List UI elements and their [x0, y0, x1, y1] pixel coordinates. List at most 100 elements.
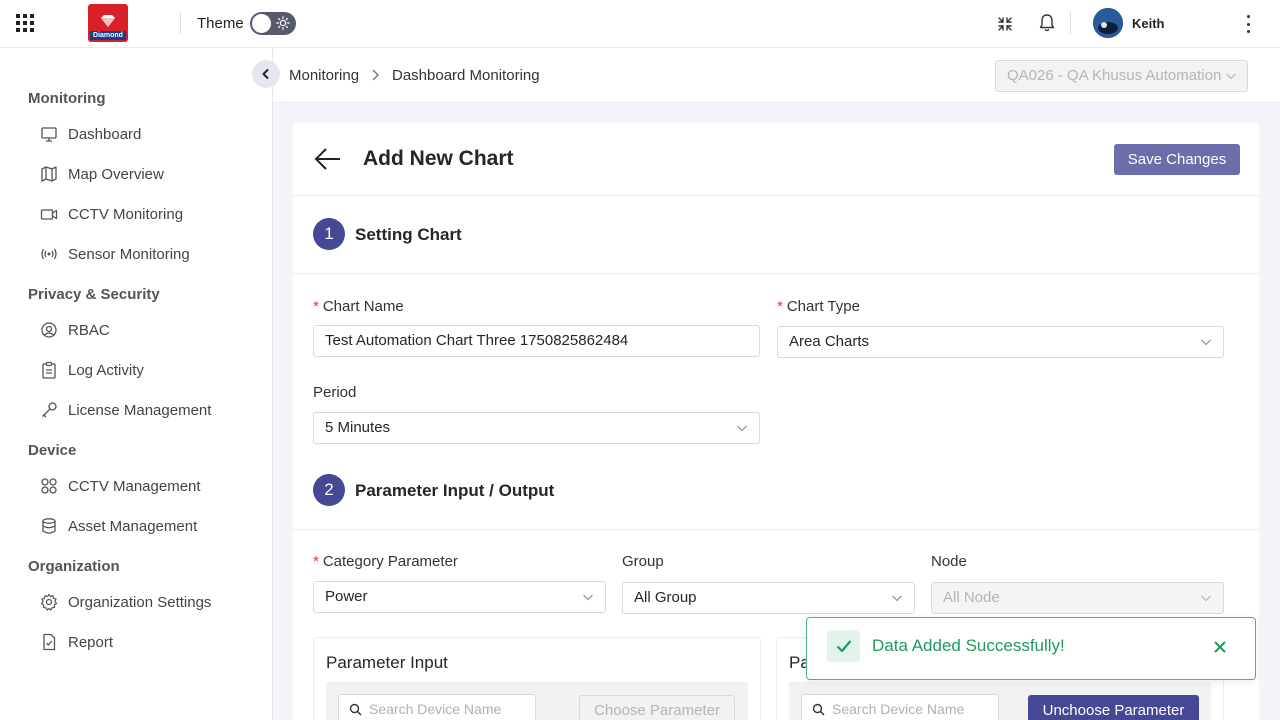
chart-type-label: * Chart Type	[777, 298, 860, 315]
monitor-icon	[41, 127, 57, 142]
sidebar-item-map-overview[interactable]: Map Overview	[40, 162, 164, 186]
organization-select[interactable]: QA026 - QA Khusus Automation	[995, 60, 1248, 92]
group-value: All Group	[634, 589, 697, 606]
category-parameter-select[interactable]: Power	[313, 581, 606, 613]
choose-parameter-button[interactable]: Choose Parameter	[579, 695, 735, 720]
document-icon	[43, 633, 56, 651]
sidebar-section-monitoring: Monitoring	[28, 90, 106, 107]
sun-icon	[276, 16, 290, 30]
signal-icon	[41, 248, 57, 260]
step-title-parameter-io: Parameter Input / Output	[355, 481, 555, 500]
chevron-left-icon	[262, 68, 269, 80]
logo-text: Diamond	[90, 31, 126, 40]
sidebar-item-label: CCTV Management	[68, 477, 201, 495]
sidebar-item-label: License Management	[68, 401, 212, 419]
sidebar-item-asset-management[interactable]: Asset Management	[40, 514, 197, 538]
sidebar-item-label: Map Overview	[68, 165, 164, 183]
grid-icon	[41, 478, 57, 494]
period-label: Period	[313, 384, 357, 401]
chart-name-value: Test Automation Chart Three 175082586248…	[325, 332, 629, 349]
category-parameter-value: Power	[325, 588, 368, 605]
more-options-icon[interactable]	[1240, 14, 1256, 34]
user-name[interactable]: Keith	[1132, 16, 1165, 31]
sidebar-item-license-management[interactable]: License Management	[40, 398, 211, 422]
key-icon	[42, 402, 57, 418]
node-label: Node	[931, 553, 967, 570]
sidebar-item-dashboard[interactable]: Dashboard	[40, 122, 141, 146]
back-arrow-icon[interactable]	[313, 146, 343, 172]
sidebar-section-organization: Organization	[28, 558, 120, 575]
sidebar-item-label: Asset Management	[68, 517, 198, 535]
node-select[interactable]: All Node	[931, 582, 1224, 614]
database-icon	[42, 518, 56, 534]
chevron-right-icon	[372, 69, 379, 81]
chevron-down-icon	[1226, 73, 1236, 80]
sidebar-item-label: Sensor Monitoring	[68, 245, 190, 263]
chart-name-field[interactable]: Test Automation Chart Three 175082586248…	[313, 325, 760, 357]
divider	[293, 529, 1259, 530]
unchoose-parameter-button[interactable]: Unchoose Parameter	[1028, 695, 1199, 720]
video-camera-icon	[40, 209, 58, 220]
node-value: All Node	[943, 589, 1000, 606]
brand-logo[interactable]: Diamond	[88, 4, 128, 42]
divider	[293, 195, 1259, 196]
group-select[interactable]: All Group	[622, 582, 915, 614]
sidebar-item-label: Report	[68, 633, 114, 651]
app-grid-icon[interactable]	[16, 14, 34, 32]
top-bar: Diamond Theme Keith	[0, 0, 1280, 48]
chevron-down-icon	[892, 595, 902, 602]
sidebar-item-label: Log Activity	[68, 361, 144, 379]
sidebar	[0, 48, 273, 720]
group-label: Group	[622, 553, 664, 570]
save-changes-button[interactable]: Save Changes	[1114, 144, 1240, 175]
avatar[interactable]	[1093, 8, 1123, 38]
chart-type-value: Area Charts	[789, 333, 870, 350]
search-device-input[interactable]: Search Device Name	[338, 694, 536, 720]
search-placeholder: Search Device Name	[832, 701, 965, 717]
sidebar-item-label: CCTV Monitoring	[68, 205, 184, 223]
sidebar-item-sensor-monitoring[interactable]: Sensor Monitoring	[40, 242, 190, 266]
breadcrumb-item-dashboard-monitoring: Dashboard Monitoring	[392, 67, 540, 84]
user-circle-icon	[41, 322, 57, 338]
collapse-sidebar-button[interactable]	[252, 60, 280, 88]
breadcrumb-item-monitoring[interactable]: Monitoring	[289, 67, 359, 84]
search-device-input[interactable]: Search Device Name	[801, 694, 999, 720]
sidebar-item-report[interactable]: Report	[40, 630, 113, 654]
chart-name-label: * Chart Name	[313, 298, 404, 315]
sidebar-item-log-activity[interactable]: Log Activity	[40, 358, 144, 382]
category-parameter-label: * Category Parameter	[313, 553, 458, 570]
close-icon[interactable]	[1213, 640, 1227, 654]
period-value: 5 Minutes	[325, 419, 391, 436]
step-number: 1	[313, 218, 345, 250]
step-number: 2	[313, 474, 345, 506]
divider	[293, 273, 1259, 274]
sidebar-item-cctv-monitoring[interactable]: CCTV Monitoring	[40, 202, 183, 226]
sidebar-section-privacy-security: Privacy & Security	[28, 286, 160, 303]
sidebar-section-device: Device	[28, 442, 77, 459]
theme-label: Theme	[197, 15, 244, 32]
sidebar-item-label: Organization Settings	[68, 593, 212, 611]
sidebar-item-cctv-management[interactable]: CCTV Management	[40, 474, 201, 498]
chevron-down-icon	[737, 425, 747, 432]
toast-message: Data Added Successfully!	[872, 636, 1065, 655]
sidebar-item-label: RBAC	[68, 321, 110, 339]
organization-select-value: QA026 - QA Khusus Automation	[1007, 67, 1222, 84]
search-icon	[812, 703, 825, 716]
divider	[180, 12, 181, 34]
toggle-knob	[252, 14, 271, 33]
bell-icon[interactable]	[1036, 12, 1058, 34]
page-title: Add New Chart	[363, 147, 514, 170]
chevron-down-icon	[1201, 595, 1211, 602]
sidebar-item-organization-settings[interactable]: Organization Settings	[40, 590, 211, 614]
divider	[1070, 12, 1071, 34]
check-icon	[827, 630, 860, 662]
chevron-down-icon	[1201, 339, 1211, 346]
step-title-setting-chart: Setting Chart	[355, 225, 462, 244]
theme-toggle[interactable]	[250, 12, 296, 35]
chart-type-select[interactable]: Area Charts	[777, 326, 1224, 358]
period-select[interactable]: 5 Minutes	[313, 412, 760, 444]
success-toast: Data Added Successfully!	[806, 617, 1256, 680]
collapse-screen-icon[interactable]	[994, 13, 1016, 35]
sidebar-item-label: Dashboard	[68, 125, 142, 143]
sidebar-item-rbac[interactable]: RBAC	[40, 318, 110, 342]
